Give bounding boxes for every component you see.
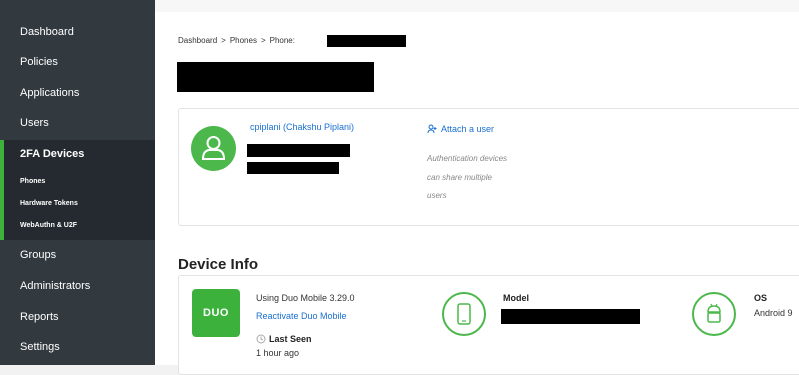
- breadcrumb: Dashboard > Phones > Phone:: [178, 36, 295, 45]
- redacted-page-title: [177, 62, 374, 92]
- breadcrumb-phones[interactable]: Phones: [230, 36, 257, 45]
- last-seen-value: 1 hour ago: [256, 348, 300, 358]
- add-user-icon: [427, 124, 437, 134]
- breadcrumb-separator: >: [260, 36, 266, 45]
- duo-mobile-version: Using Duo Mobile 3.29.0: [256, 293, 355, 303]
- last-seen-label: Last Seen: [269, 334, 312, 344]
- sidebar-item-users[interactable]: Users: [20, 117, 49, 129]
- sidebar-subitem-hardware-tokens[interactable]: Hardware Tokens: [20, 200, 78, 207]
- sidebar-item-administrators[interactable]: Administrators: [20, 280, 90, 292]
- attach-user-button[interactable]: Attach a user: [427, 124, 494, 134]
- redacted-model-value: [501, 309, 640, 324]
- top-bar: [155, 0, 799, 12]
- hint-line-3: users: [427, 191, 447, 200]
- android-icon: [692, 292, 736, 336]
- os-label: OS: [754, 293, 768, 303]
- nav-active-indicator: [0, 140, 4, 240]
- phone-icon: [442, 292, 486, 336]
- sidebar-item-dashboard[interactable]: Dashboard: [20, 26, 74, 38]
- sidebar-item-reports[interactable]: Reports: [20, 311, 59, 323]
- attach-user-label: Attach a user: [441, 124, 495, 134]
- user-avatar: [191, 126, 236, 171]
- hint-line-2: can share multiple: [427, 173, 492, 182]
- breadcrumb-separator: >: [221, 36, 226, 45]
- duo-mobile-logo: DUO: [192, 289, 240, 337]
- sidebar-item-policies[interactable]: Policies: [20, 56, 58, 68]
- user-link[interactable]: cpiplani (Chakshu Piplani): [250, 122, 354, 132]
- model-label: Model: [503, 293, 529, 303]
- redacted-user-detail: [247, 144, 350, 157]
- redacted-phone-number: [327, 35, 406, 47]
- sidebar-item-applications[interactable]: Applications: [20, 87, 79, 99]
- hint-line-1: Authentication devices: [427, 154, 508, 163]
- sidebar-subitem-phones[interactable]: Phones: [20, 178, 45, 185]
- device-info-title: Device Info: [178, 256, 259, 273]
- clock-icon: [256, 334, 266, 344]
- redacted-user-detail: [247, 162, 339, 174]
- os-value: Android 9: [754, 308, 793, 318]
- breadcrumb-dashboard[interactable]: Dashboard: [178, 36, 217, 45]
- sidebar-item-2fa-devices[interactable]: 2FA Devices: [20, 148, 84, 160]
- breadcrumb-phone: Phone:: [269, 36, 295, 45]
- sidebar-item-groups[interactable]: Groups: [20, 249, 56, 261]
- sidebar-item-settings[interactable]: Settings: [20, 341, 60, 353]
- user-icon: [201, 136, 226, 160]
- reactivate-duo-link[interactable]: Reactivate Duo Mobile: [256, 311, 347, 321]
- last-seen: Last Seen: [256, 334, 312, 344]
- sidebar-subitem-webauthn[interactable]: WebAuthn & U2F: [20, 222, 77, 229]
